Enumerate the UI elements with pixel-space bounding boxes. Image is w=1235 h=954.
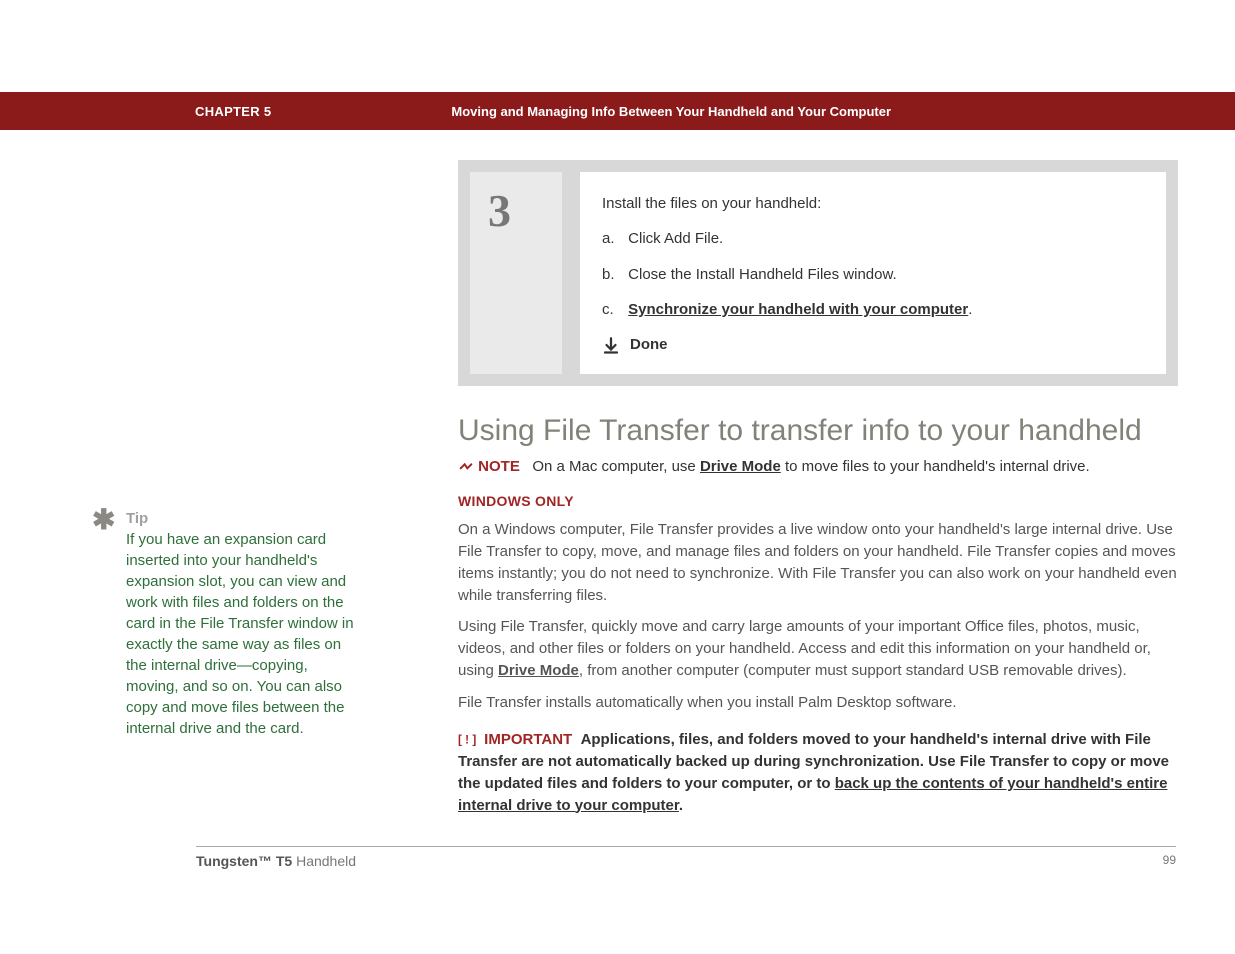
tip-label: Tip <box>126 510 148 527</box>
synchronize-link[interactable]: Synchronize your handheld with your comp… <box>628 301 968 318</box>
product-name: Tungsten™ T5 Handheld <box>196 853 356 869</box>
step-intro: Install the files on your handheld: <box>602 192 1144 215</box>
page-header-bar: CHAPTER 5 Moving and Managing Info Betwe… <box>0 92 1235 130</box>
done-label: Done <box>630 333 668 356</box>
chapter-label: CHAPTER 5 <box>195 104 271 119</box>
important-label: IMPORTANT <box>484 731 572 748</box>
done-row: Done <box>602 333 1144 356</box>
drive-mode-link-1[interactable]: Drive Mode <box>700 458 781 475</box>
tip-heading: ✱ Tip <box>126 510 358 527</box>
section-heading: Using File Transfer to transfer info to … <box>458 414 1178 448</box>
note-line: NOTE On a Mac computer, use Drive Mode t… <box>458 458 1178 475</box>
step-number: 3 <box>470 172 562 374</box>
tip-sidebar: ✱ Tip If you have an expansion card inse… <box>58 510 358 739</box>
svg-text:[ ! ]: [ ! ] <box>458 734 476 747</box>
page-number: 99 <box>1163 853 1176 869</box>
header-title: Moving and Managing Info Between Your Ha… <box>451 104 891 119</box>
paragraph-3: File Transfer installs automatically whe… <box>458 692 1178 714</box>
tip-body: If you have an expansion card inserted i… <box>126 529 358 739</box>
step-body: Install the files on your handheld: a. C… <box>580 172 1166 374</box>
note-icon <box>458 459 474 475</box>
done-arrow-icon <box>602 336 620 354</box>
asterisk-icon: ✱ <box>92 506 115 534</box>
important-paragraph: [ ! ] IMPORTANT Applications, files, and… <box>458 729 1178 816</box>
drive-mode-link-2[interactable]: Drive Mode <box>498 662 579 679</box>
step-item-b: b. Close the Install Handheld Files wind… <box>602 263 1144 286</box>
windows-only-label: WINDOWS ONLY <box>458 493 1178 509</box>
paragraph-2: Using File Transfer, quickly move and ca… <box>458 616 1178 681</box>
step-item-a: a. Click Add File. <box>602 227 1144 250</box>
note-label: NOTE <box>478 458 520 475</box>
paragraph-1: On a Windows computer, File Transfer pro… <box>458 519 1178 606</box>
page-footer: Tungsten™ T5 Handheld 99 <box>196 846 1176 889</box>
important-icon: [ ! ] <box>458 733 480 747</box>
step-item-c: c. Synchronize your handheld with your c… <box>602 298 1144 321</box>
step-3-box: 3 Install the files on your handheld: a.… <box>458 160 1178 386</box>
